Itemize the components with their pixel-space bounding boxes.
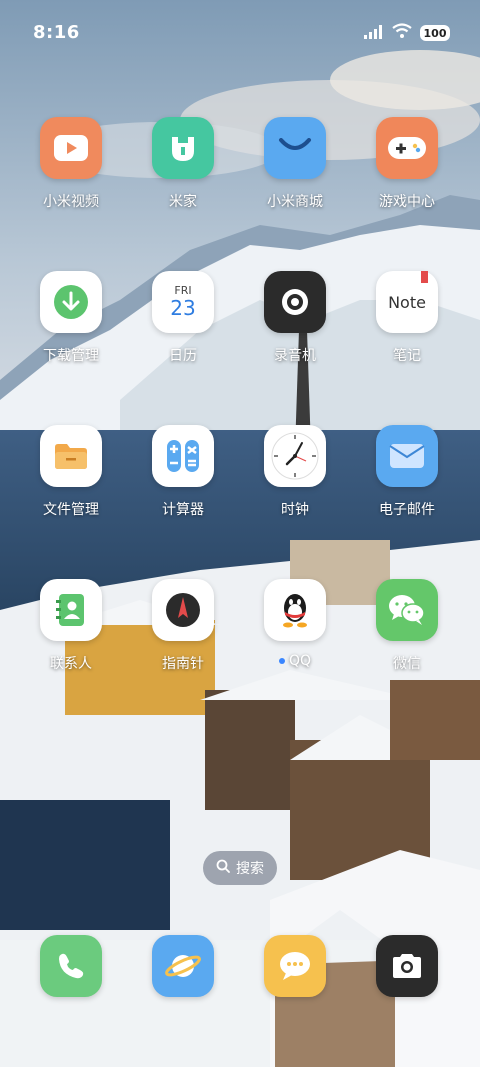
app-label: 录音机: [274, 348, 316, 364]
app-label: 计算器: [162, 502, 204, 518]
new-install-dot: [278, 658, 285, 664]
app-label: QQ: [278, 653, 312, 669]
qq-penguin-icon: [264, 579, 326, 641]
download-icon: [40, 271, 102, 333]
phone-icon: [40, 935, 102, 997]
calendar-day: FRI: [174, 283, 192, 297]
app-email[interactable]: 电子邮件: [351, 425, 463, 519]
app-calculator[interactable]: 计算器: [127, 425, 239, 519]
browser-planet-icon: [152, 935, 214, 997]
folder-icon: [40, 425, 102, 487]
search-button[interactable]: 搜索: [203, 851, 277, 885]
clock-icon: [264, 425, 326, 487]
calendar-icon: FRI 23: [152, 271, 214, 333]
dock-browser[interactable]: [127, 935, 239, 997]
battery-indicator: 100: [420, 25, 450, 41]
notes-icon: Note: [376, 271, 438, 333]
app-label: 米家: [169, 194, 197, 210]
app-label: 小米商城: [267, 194, 323, 210]
dock-messages[interactable]: [239, 935, 351, 997]
app-contacts[interactable]: 联系人: [15, 579, 127, 673]
app-label: 游戏中心: [379, 194, 435, 210]
camera-icon: [376, 935, 438, 997]
app-recorder[interactable]: 录音机: [239, 271, 351, 365]
messages-icon: [264, 935, 326, 997]
app-label: 日历: [169, 348, 197, 364]
recorder-icon: [264, 271, 326, 333]
signal-icon: [364, 24, 384, 43]
compass-icon: [152, 579, 214, 641]
app-label: 电子邮件: [379, 502, 435, 518]
app-label: 笔记: [393, 348, 421, 364]
app-mi-store[interactable]: 小米商城: [239, 117, 351, 211]
app-label: 指南针: [162, 656, 204, 672]
app-label: 联系人: [50, 656, 92, 672]
app-label: 下载管理: [43, 348, 99, 364]
wifi-icon: [392, 23, 412, 43]
calendar-date: 23: [170, 295, 196, 320]
app-compass[interactable]: 指南针: [127, 579, 239, 673]
mail-icon: [376, 425, 438, 487]
notes-icon-text: Note: [388, 292, 426, 312]
dock: [15, 935, 465, 997]
app-mi-video[interactable]: 小米视频: [15, 117, 127, 211]
video-play-icon: [40, 117, 102, 179]
app-clock[interactable]: 时钟: [239, 425, 351, 519]
shop-smile-icon: [264, 117, 326, 179]
search-label: 搜索: [236, 861, 264, 877]
contacts-icon: [40, 579, 102, 641]
app-grid: 小米视频 米家 小米商城 游戏中心 下载管理 FRI 23 日历 录音机 Not…: [15, 117, 465, 673]
app-game-center[interactable]: 游戏中心: [351, 117, 463, 211]
app-download-manager[interactable]: 下载管理: [15, 271, 127, 365]
app-label: 微信: [393, 656, 421, 672]
app-wechat[interactable]: 微信: [351, 579, 463, 673]
app-mijia[interactable]: 米家: [127, 117, 239, 211]
status-bar: 8:16 100: [0, 0, 480, 64]
mijia-icon: [152, 117, 214, 179]
app-label: 小米视频: [43, 194, 99, 210]
app-file-manager[interactable]: 文件管理: [15, 425, 127, 519]
search-icon: [216, 859, 230, 877]
app-notes[interactable]: Note 笔记: [351, 271, 463, 365]
gamepad-icon: [376, 117, 438, 179]
clock-time: 8:16: [33, 22, 80, 43]
app-label: 文件管理: [43, 502, 99, 518]
app-qq[interactable]: QQ: [239, 579, 351, 673]
calculator-icon: [152, 425, 214, 487]
app-label: 时钟: [281, 502, 309, 518]
app-label-text: QQ: [288, 653, 312, 669]
app-calendar[interactable]: FRI 23 日历: [127, 271, 239, 365]
wechat-icon: [376, 579, 438, 641]
dock-camera[interactable]: [351, 935, 463, 997]
dock-phone[interactable]: [15, 935, 127, 997]
